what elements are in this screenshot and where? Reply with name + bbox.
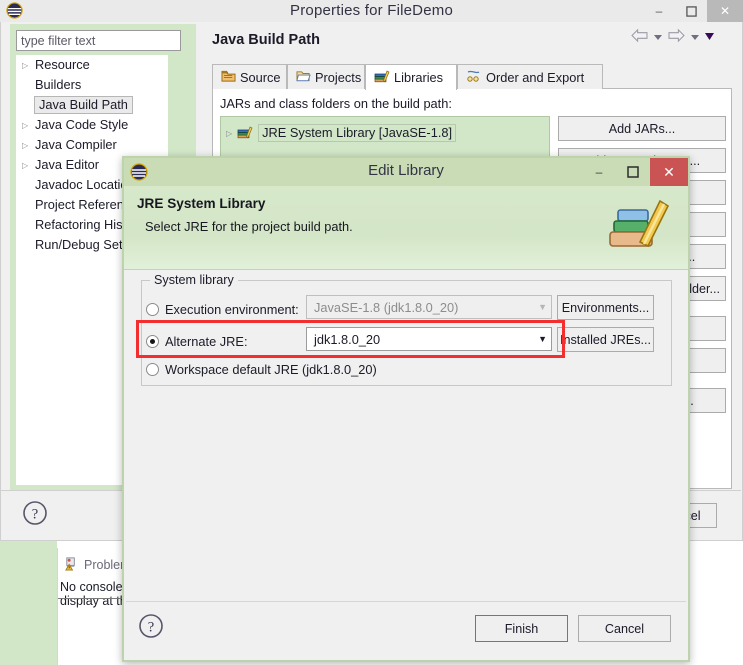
properties-maximize-button[interactable] bbox=[675, 0, 707, 22]
help-question-icon[interactable]: ? bbox=[22, 500, 48, 526]
environments-button[interactable]: Environments... bbox=[557, 295, 654, 320]
page-title: Java Build Path bbox=[212, 32, 320, 48]
source-folder-icon bbox=[221, 69, 236, 86]
properties-close-button[interactable]: ✕ bbox=[707, 0, 743, 22]
combo-value: JavaSE-1.8 (jdk1.8.0_20) bbox=[314, 299, 459, 315]
edit-library-maximize-button[interactable] bbox=[616, 158, 650, 186]
cancel-button[interactable]: Cancel bbox=[578, 615, 671, 642]
edit-library-minimize-button[interactable]: – bbox=[582, 158, 616, 186]
back-arrow-icon[interactable] bbox=[630, 28, 649, 46]
jars-label: JARs and class folders on the build path… bbox=[220, 96, 452, 111]
finish-button[interactable]: Finish bbox=[475, 615, 568, 642]
tab-label: Source bbox=[240, 69, 281, 85]
properties-window-title: Properties for FileDemo bbox=[290, 2, 453, 19]
tree-item-builders[interactable]: Builders bbox=[16, 75, 168, 95]
add-jars-button[interactable]: Add JARs... bbox=[558, 116, 726, 141]
edit-library-header-subtitle: Select JRE for the project build path. bbox=[145, 219, 353, 234]
problems-warning-icon bbox=[64, 556, 79, 574]
tab-projects[interactable]: Projects bbox=[287, 64, 365, 89]
chevron-down-icon[interactable]: ▼ bbox=[538, 302, 547, 312]
svg-text:?: ? bbox=[148, 620, 154, 636]
forward-arrow-icon[interactable] bbox=[667, 28, 686, 46]
tree-item-resource[interactable]: ▷ Resource bbox=[16, 55, 168, 75]
build-path-tabstrip[interactable]: Source Projects Libraries Order and Expo… bbox=[212, 64, 732, 90]
books-stack-icon bbox=[604, 196, 674, 258]
tree-item-label: Java Editor bbox=[35, 157, 100, 172]
radio-workspace-default-jre[interactable]: Workspace default JRE (jdk1.8.0_20) bbox=[146, 357, 377, 381]
radio-label: Execution environment: bbox=[165, 301, 299, 317]
tab-source[interactable]: Source bbox=[212, 64, 287, 89]
properties-minimize-button[interactable]: – bbox=[643, 0, 675, 22]
tab-libraries[interactable]: Libraries bbox=[365, 64, 457, 90]
edit-library-close-button[interactable]: ✕ bbox=[650, 158, 688, 186]
tree-item-java-compiler[interactable]: ▷ Java Compiler bbox=[16, 135, 168, 155]
chevron-right-icon[interactable]: ▷ bbox=[226, 129, 232, 138]
tree-item-java-code-style[interactable]: ▷ Java Code Style bbox=[16, 115, 168, 135]
tree-item-java-build-path[interactable]: Java Build Path bbox=[16, 95, 168, 115]
edit-library-header-title: JRE System Library bbox=[137, 196, 266, 211]
chevron-right-icon[interactable]: ▷ bbox=[22, 61, 35, 70]
back-dropdown-icon[interactable] bbox=[653, 30, 663, 44]
tree-item-label: Resource bbox=[35, 57, 90, 72]
order-export-icon bbox=[466, 69, 482, 86]
tree-item-label: Builders bbox=[35, 77, 82, 92]
system-library-group-label: System library bbox=[150, 273, 238, 287]
navigation-controls[interactable] bbox=[630, 26, 738, 48]
tree-item-label: Java Build Path bbox=[34, 96, 133, 114]
chevron-right-icon[interactable]: ▷ bbox=[22, 161, 35, 170]
jars-list-item-jre[interactable]: ▷ JRE System Library [JavaSE-1.8] bbox=[226, 122, 544, 144]
chevron-right-icon[interactable]: ▷ bbox=[22, 141, 35, 150]
tab-order-and-export[interactable]: Order and Export bbox=[457, 64, 603, 89]
libraries-books-icon bbox=[237, 125, 253, 142]
radio-button-icon[interactable] bbox=[146, 362, 159, 376]
chevron-right-icon[interactable]: ▷ bbox=[22, 121, 35, 130]
radio-label: Workspace default JRE (jdk1.8.0_20) bbox=[165, 361, 377, 377]
tree-item-label: Java Compiler bbox=[35, 137, 117, 152]
tab-label: Projects bbox=[315, 69, 362, 85]
installed-jres-button[interactable]: Installed JREs... bbox=[557, 327, 654, 352]
edit-library-footer-divider bbox=[126, 601, 686, 602]
filter-input[interactable]: type filter text bbox=[16, 30, 181, 51]
help-question-icon[interactable]: ? bbox=[138, 613, 164, 639]
execution-environment-combo[interactable]: JavaSE-1.8 (jdk1.8.0_20) ▼ bbox=[306, 295, 552, 319]
jars-list-item-label: JRE System Library [JavaSE-1.8] bbox=[258, 124, 457, 142]
tree-item-label: Javadoc Location bbox=[35, 177, 135, 192]
radio-button-icon[interactable] bbox=[146, 302, 159, 316]
tab-label: Order and Export bbox=[486, 69, 585, 85]
tree-item-label: Java Code Style bbox=[35, 117, 129, 132]
view-menu-icon[interactable] bbox=[704, 30, 715, 44]
radio-execution-environment[interactable]: Execution environment: bbox=[146, 297, 299, 321]
forward-dropdown-icon[interactable] bbox=[690, 30, 700, 44]
projects-folder-icon bbox=[296, 69, 311, 86]
workbench-left-green-band bbox=[0, 540, 57, 665]
svg-text:?: ? bbox=[32, 507, 38, 523]
libraries-books-icon bbox=[374, 69, 390, 86]
annotation-highlight-rectangle bbox=[136, 320, 565, 358]
tab-label: Libraries bbox=[394, 70, 444, 85]
